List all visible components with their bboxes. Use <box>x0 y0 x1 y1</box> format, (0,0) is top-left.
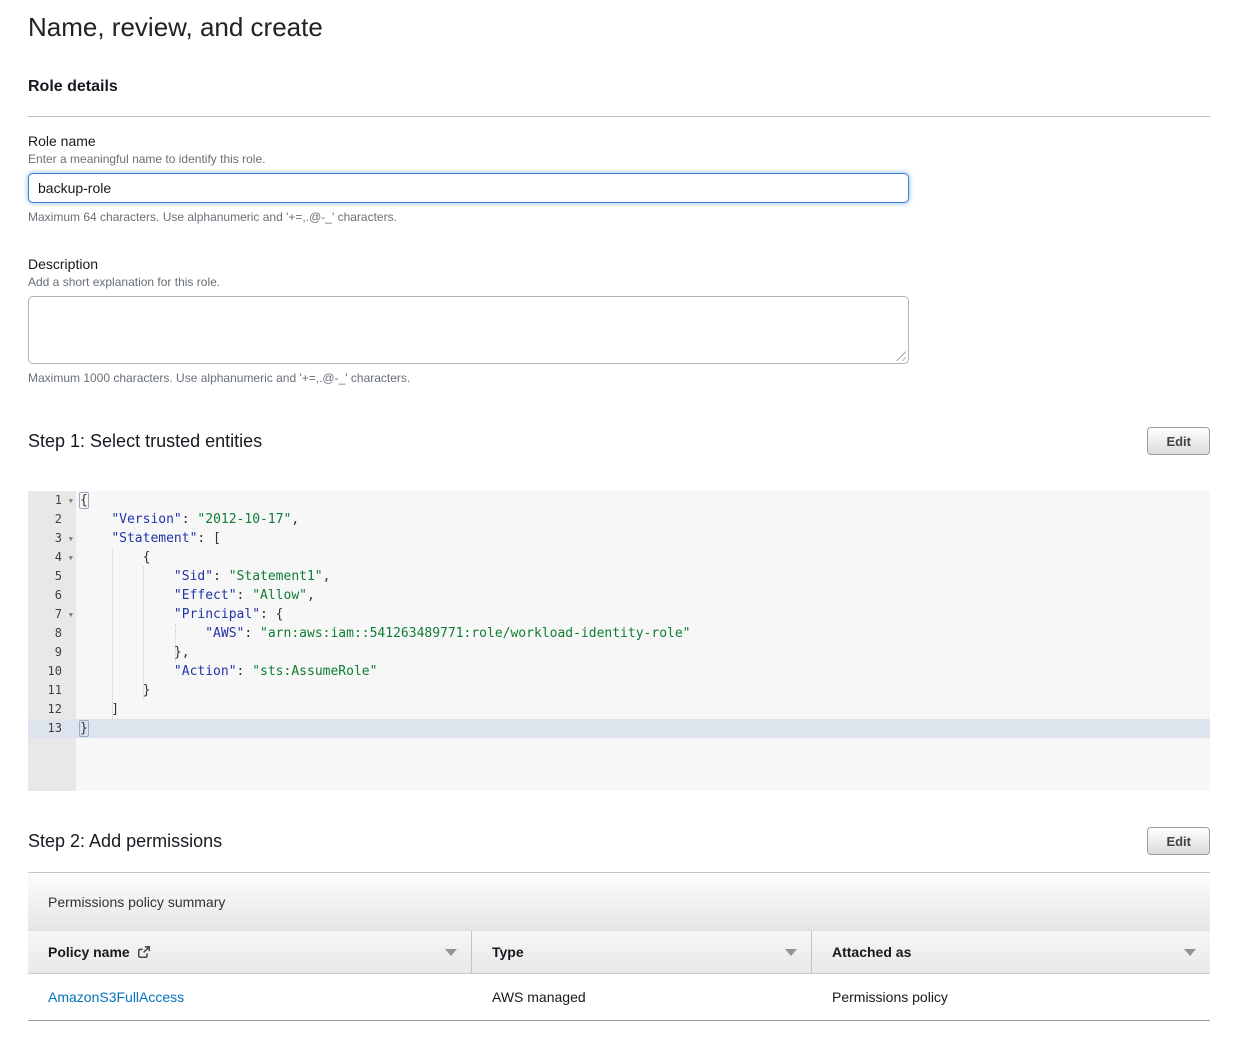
line-number: 12 <box>28 700 76 719</box>
code-line: ] <box>76 700 1210 719</box>
line-number: 4▼ <box>28 548 76 567</box>
column-header-type[interactable]: Type <box>472 931 812 973</box>
role-name-input[interactable] <box>28 173 909 203</box>
code-line: "Effect": "Allow", <box>76 586 1210 605</box>
line-number: 8 <box>28 624 76 643</box>
policy-table-body: AmazonS3FullAccess AWS managedPermissions… <box>28 974 1210 1021</box>
role-name-field: Role name Enter a meaningful name to ide… <box>28 133 1210 224</box>
step2-header-row: Step 2: Add permissions Edit <box>28 827 1210 855</box>
editor-line[interactable]: 9 }, <box>28 643 1210 662</box>
step1-header-row: Step 1: Select trusted entities Edit <box>28 427 1210 455</box>
trust-policy-code-editor[interactable]: 1▼{2 "Version": "2012-10-17",3▼ "Stateme… <box>28 491 1210 791</box>
code-line: { <box>76 548 1210 567</box>
sort-icon[interactable] <box>1184 949 1196 956</box>
page-title: Name, review, and create <box>28 12 1210 42</box>
indent-guide <box>175 624 176 662</box>
editor-line[interactable]: 11 } <box>28 681 1210 700</box>
fold-arrow-icon[interactable]: ▼ <box>69 530 73 549</box>
line-number: 9 <box>28 643 76 662</box>
editor-line[interactable]: 1▼{ <box>28 491 1210 510</box>
step2-edit-button[interactable]: Edit <box>1147 827 1210 855</box>
role-details-heading: Role details <box>28 78 1210 96</box>
editor-line[interactable]: 7▼ "Principal": { <box>28 605 1210 624</box>
editor-empty-area[interactable] <box>28 738 1210 791</box>
table-row: AmazonS3FullAccess AWS managedPermissions… <box>28 974 1210 1021</box>
editor-line[interactable]: 4▼ { <box>28 548 1210 567</box>
sort-icon[interactable] <box>445 949 457 956</box>
indent-guide <box>112 548 113 719</box>
line-number: 5 <box>28 567 76 586</box>
line-number: 3▼ <box>28 529 76 548</box>
role-name-description: Enter a meaningful name to identify this… <box>28 152 1210 166</box>
permissions-summary-title: Permissions policy summary <box>48 894 225 910</box>
editor-line[interactable]: 5 "Sid": "Statement1", <box>28 567 1210 586</box>
fold-arrow-icon[interactable]: ▼ <box>69 606 73 625</box>
indent-guide <box>143 567 144 700</box>
section-divider <box>28 116 1210 117</box>
step1-heading: Step 1: Select trusted entities <box>28 431 262 452</box>
line-number: 6 <box>28 586 76 605</box>
description-label: Description <box>28 256 1210 272</box>
editor-line[interactable]: 6 "Effect": "Allow", <box>28 586 1210 605</box>
permissions-summary-bar: Permissions policy summary <box>28 873 1210 931</box>
attached-as-cell: Permissions policy <box>812 989 1210 1005</box>
code-line: "AWS": "arn:aws:iam::541263489771:role/w… <box>76 624 1210 643</box>
description-description: Add a short explanation for this role. <box>28 275 1210 289</box>
line-number: 1▼ <box>28 491 76 510</box>
column-header-policy-name[interactable]: Policy name <box>28 931 472 973</box>
editor-line[interactable]: 10 "Action": "sts:AssumeRole" <box>28 662 1210 681</box>
editor-line[interactable]: 3▼ "Statement": [ <box>28 529 1210 548</box>
role-name-hint: Maximum 64 characters. Use alphanumeric … <box>28 210 1210 224</box>
description-input[interactable] <box>28 296 909 364</box>
line-number: 2 <box>28 510 76 529</box>
policy-type-cell: AWS managed <box>472 989 812 1005</box>
policy-name-link[interactable]: AmazonS3FullAccess <box>48 989 184 1005</box>
code-line: } <box>76 681 1210 700</box>
editor-line[interactable]: 13} <box>28 719 1210 738</box>
line-number: 10 <box>28 662 76 681</box>
external-link-icon[interactable] <box>137 945 151 959</box>
sort-icon[interactable] <box>785 949 797 956</box>
code-line: "Statement": [ <box>76 529 1210 548</box>
description-field: Description Add a short explanation for … <box>28 256 1210 385</box>
code-line: "Action": "sts:AssumeRole" <box>76 662 1210 681</box>
code-line: } <box>76 719 1210 738</box>
code-line: "Version": "2012-10-17", <box>76 510 1210 529</box>
code-line: { <box>76 491 1210 510</box>
code-line: }, <box>76 643 1210 662</box>
step1-edit-button[interactable]: Edit <box>1147 427 1210 455</box>
gutter <box>28 738 76 791</box>
column-header-attached-as[interactable]: Attached as <box>812 931 1210 973</box>
editor-line[interactable]: 8 "AWS": "arn:aws:iam::541263489771:role… <box>28 624 1210 643</box>
code-area <box>76 738 1210 791</box>
permissions-summary-card: Permissions policy summary Policy name T… <box>28 872 1210 1021</box>
editor-line[interactable]: 2 "Version": "2012-10-17", <box>28 510 1210 529</box>
line-number: 11 <box>28 681 76 700</box>
line-number: 13 <box>28 719 76 738</box>
editor-line[interactable]: 12 ] <box>28 700 1210 719</box>
description-hint: Maximum 1000 characters. Use alphanumeri… <box>28 371 1210 385</box>
code-line: "Sid": "Statement1", <box>76 567 1210 586</box>
role-name-label: Role name <box>28 133 1210 149</box>
name-review-create-page: Name, review, and create Role details Ro… <box>0 12 1242 1021</box>
fold-arrow-icon[interactable]: ▼ <box>69 549 73 568</box>
code-line: "Principal": { <box>76 605 1210 624</box>
policy-table-header: Policy name Type Attached as <box>28 931 1210 974</box>
fold-arrow-icon[interactable]: ▼ <box>69 492 73 511</box>
step2-heading: Step 2: Add permissions <box>28 831 222 852</box>
line-number: 7▼ <box>28 605 76 624</box>
